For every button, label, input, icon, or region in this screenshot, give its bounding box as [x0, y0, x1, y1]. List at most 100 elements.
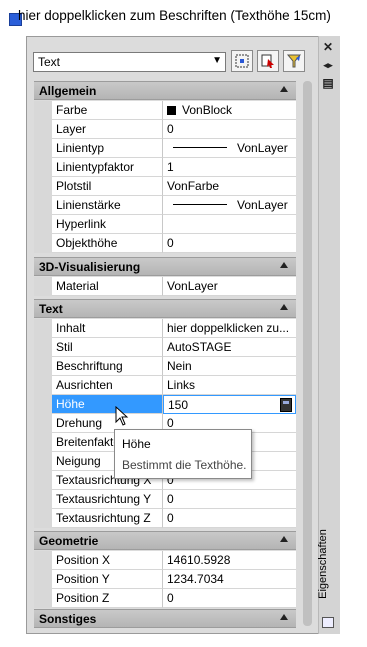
- row-gutter: [34, 357, 52, 376]
- property-row[interactable]: Layer 0: [34, 120, 296, 139]
- row-gutter: [34, 215, 52, 234]
- property-name: Objekthöhe: [52, 234, 163, 253]
- category-header[interactable]: Allgemein: [34, 81, 296, 100]
- line-sample-icon: [173, 147, 227, 148]
- mouse-pointer-icon: [115, 405, 129, 429]
- property-row[interactable]: Position Z0: [34, 589, 296, 608]
- property-tooltip: Höhe Bestimmt die Texthöhe.: [114, 429, 252, 479]
- calculator-icon[interactable]: [280, 398, 292, 412]
- object-type-select[interactable]: Text ▼: [33, 52, 226, 72]
- row-gutter: [34, 158, 52, 177]
- property-row[interactable]: Linienstärke VonLayer: [34, 196, 296, 215]
- property-name: Textausrichtung Y: [52, 490, 163, 509]
- property-row[interactable]: Ausrichten Links: [34, 376, 296, 395]
- quick-select-icon: [286, 54, 302, 68]
- vertical-scrollbar[interactable]: [303, 81, 312, 626]
- property-name: Textausrichtung Z: [52, 509, 163, 528]
- collapse-icon[interactable]: [280, 262, 288, 268]
- palette-title: Eigenschaften: [316, 529, 329, 599]
- property-name: Stil: [52, 338, 163, 357]
- property-name: Layer: [52, 120, 163, 139]
- property-value[interactable]: VonLayer: [163, 196, 296, 215]
- property-name: Beschriftung: [52, 357, 163, 376]
- row-gutter: [34, 471, 52, 490]
- property-value[interactable]: VonLayer: [163, 277, 296, 296]
- property-row[interactable]: Textausrichtung Y0: [34, 490, 296, 509]
- collapse-icon[interactable]: [280, 86, 288, 92]
- row-gutter: [34, 120, 52, 139]
- property-row[interactable]: Hyperlink: [34, 215, 296, 234]
- category-label: Sonstiges: [39, 612, 97, 626]
- palette-menu-icon[interactable]: [322, 617, 334, 628]
- property-value-text: VonBlock: [182, 103, 233, 117]
- row-gutter: [34, 589, 52, 608]
- row-gutter: [34, 570, 52, 589]
- property-value[interactable]: 0: [163, 234, 296, 253]
- property-row[interactable]: Höhe 150: [34, 395, 296, 414]
- object-type-value: Text: [38, 55, 61, 69]
- row-gutter: [34, 234, 52, 253]
- category-header[interactable]: Text: [34, 299, 296, 318]
- palette-properties-icon[interactable]: ▤: [321, 76, 335, 90]
- property-row[interactable]: Objekthöhe 0: [34, 234, 296, 253]
- property-value[interactable]: Nein: [163, 357, 296, 376]
- chevron-down-icon: ▼: [212, 55, 222, 66]
- property-value[interactable]: 1: [163, 158, 296, 177]
- category-header[interactable]: 3D-Visualisierung: [34, 257, 296, 276]
- row-gutter: [34, 139, 52, 158]
- row-gutter: [34, 376, 52, 395]
- property-value[interactable]: hier doppelklicken zu...: [163, 319, 296, 338]
- row-gutter: [34, 395, 52, 414]
- property-value[interactable]: VonFarbe: [163, 177, 296, 196]
- property-name: Material: [52, 277, 163, 296]
- property-value[interactable]: 0: [163, 120, 296, 139]
- property-row[interactable]: Stil AutoSTAGE: [34, 338, 296, 357]
- property-row[interactable]: Textausrichtung Z0: [34, 509, 296, 528]
- row-gutter: [34, 490, 52, 509]
- property-value[interactable]: 14610.5928: [163, 551, 296, 570]
- property-value[interactable]: [163, 215, 296, 234]
- property-name: Position X: [52, 551, 163, 570]
- property-name: Höhe: [52, 395, 163, 414]
- autohide-icon[interactable]: ◂▸: [321, 58, 335, 72]
- category-header[interactable]: Sonstiges: [34, 609, 296, 628]
- property-value-text: 150: [168, 398, 189, 412]
- drawing-text[interactable]: hier doppelklicken zum Beschriften (Text…: [18, 8, 331, 23]
- property-value[interactable]: 0: [163, 490, 296, 509]
- property-name: Plotstil: [52, 177, 163, 196]
- property-row[interactable]: Linientyp VonLayer: [34, 139, 296, 158]
- pickadd-button[interactable]: [231, 50, 253, 72]
- property-row[interactable]: Farbe VonBlock: [34, 101, 296, 120]
- property-value-text: VonLayer: [237, 141, 288, 155]
- property-value[interactable]: 150: [163, 395, 296, 414]
- property-row[interactable]: Linientypfaktor 1: [34, 158, 296, 177]
- property-row[interactable]: Beschriftung Nein: [34, 357, 296, 376]
- collapse-icon[interactable]: [280, 536, 288, 542]
- property-value[interactable]: AutoSTAGE: [163, 338, 296, 357]
- property-value[interactable]: Links: [163, 376, 296, 395]
- property-name: Hyperlink: [52, 215, 163, 234]
- property-value[interactable]: 0: [163, 589, 296, 608]
- collapse-icon[interactable]: [280, 304, 288, 310]
- property-row[interactable]: Inhalt hier doppelklicken zu...: [34, 319, 296, 338]
- row-gutter: [34, 338, 52, 357]
- property-value[interactable]: VonBlock: [163, 101, 296, 120]
- row-gutter: [34, 452, 52, 471]
- property-row[interactable]: Position X 14610.5928: [34, 551, 296, 570]
- property-value[interactable]: VonLayer: [163, 139, 296, 158]
- line-sample-icon: [173, 204, 227, 205]
- property-row[interactable]: Position Y 1234.7034: [34, 570, 296, 589]
- property-name: Farbe: [52, 101, 163, 120]
- property-value[interactable]: 1234.7034: [163, 570, 296, 589]
- select-objects-button[interactable]: [257, 50, 279, 72]
- quick-select-button[interactable]: [283, 50, 305, 72]
- property-row[interactable]: Plotstil VonFarbe: [34, 177, 296, 196]
- category-label: Geometrie: [39, 534, 99, 548]
- collapse-icon[interactable]: [280, 614, 288, 620]
- property-row[interactable]: Material VonLayer: [34, 277, 296, 296]
- category-header[interactable]: Geometrie: [34, 531, 296, 550]
- close-icon[interactable]: ✕: [321, 40, 335, 54]
- property-value[interactable]: 0: [163, 509, 296, 528]
- category-label: Allgemein: [39, 84, 97, 98]
- property-name: Linientypfaktor: [52, 158, 163, 177]
